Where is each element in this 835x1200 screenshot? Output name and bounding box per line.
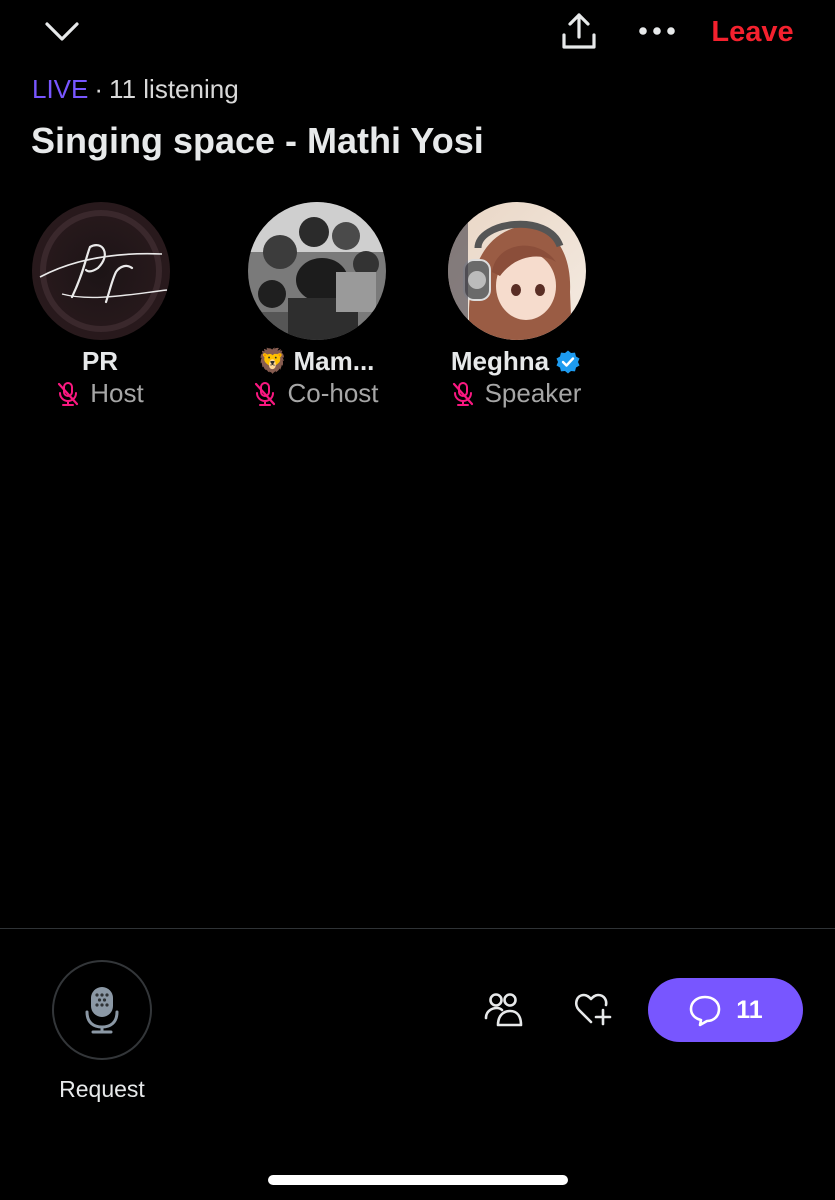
group-photo-avatar xyxy=(248,202,386,340)
mic-muted-icon xyxy=(452,381,473,406)
participant-role-text: Host xyxy=(90,378,144,408)
participant-name-text: PR xyxy=(81,346,119,376)
participant-host[interactable]: PR Host xyxy=(0,202,200,414)
mic-muted-icon xyxy=(58,381,79,406)
avatar[interactable] xyxy=(32,202,170,340)
footer-divider xyxy=(0,928,835,929)
lion-emoji-icon: 🦁 xyxy=(257,348,288,375)
top-bar: Leave xyxy=(0,0,835,64)
space-title: Singing space - Mathi Yosi xyxy=(31,120,484,161)
more-button[interactable] xyxy=(634,10,680,52)
avatar[interactable] xyxy=(448,202,586,340)
leave-button[interactable]: Leave xyxy=(700,12,805,52)
share-button[interactable] xyxy=(556,8,602,54)
live-label: LIVE xyxy=(32,73,89,104)
participant-speaker[interactable]: Meghna Speaker xyxy=(416,202,616,414)
participant-name-text: Meghna xyxy=(450,346,550,376)
heart-plus-icon xyxy=(574,993,612,1026)
share-icon xyxy=(562,13,596,49)
separator-dot: · xyxy=(94,73,104,104)
participant-name: 🦁 Mam... xyxy=(216,346,416,377)
listener-count[interactable]: 11 listening xyxy=(109,74,239,105)
add-reaction-button[interactable] xyxy=(568,986,618,1032)
participant-role: Co-host xyxy=(216,378,416,409)
chevron-down-icon xyxy=(45,22,79,41)
collapse-button[interactable] xyxy=(40,12,84,52)
participant-role: Speaker xyxy=(416,378,616,409)
request-mic-button[interactable] xyxy=(52,960,152,1060)
people-icon xyxy=(484,993,523,1027)
participant-name: Meghna xyxy=(416,346,616,377)
mic-muted-icon xyxy=(255,381,276,406)
comments-button[interactable]: 11 xyxy=(648,978,803,1042)
comments-count: 11 xyxy=(736,995,763,1024)
pr-logo-avatar xyxy=(32,202,170,340)
microphone-icon xyxy=(85,987,119,1034)
participant-name-text: Mam... xyxy=(293,346,375,376)
participant-name: PR xyxy=(0,346,200,377)
verified-badge-icon xyxy=(556,350,580,373)
comment-bubble-icon xyxy=(689,995,721,1027)
participant-role-text: Speaker xyxy=(484,378,582,408)
participant-cohost[interactable]: 🦁 Mam... Co-host xyxy=(216,202,416,414)
live-status: LIVE · 11 listening xyxy=(32,72,239,106)
request-label: Request xyxy=(59,1076,145,1102)
participant-role-text: Co-host xyxy=(287,378,379,408)
home-indicator[interactable] xyxy=(268,1175,568,1185)
people-button[interactable] xyxy=(478,986,528,1032)
participant-role: Host xyxy=(0,378,200,409)
anime-headphones-avatar xyxy=(448,202,586,340)
more-icon xyxy=(639,27,675,35)
avatar[interactable] xyxy=(248,202,386,340)
